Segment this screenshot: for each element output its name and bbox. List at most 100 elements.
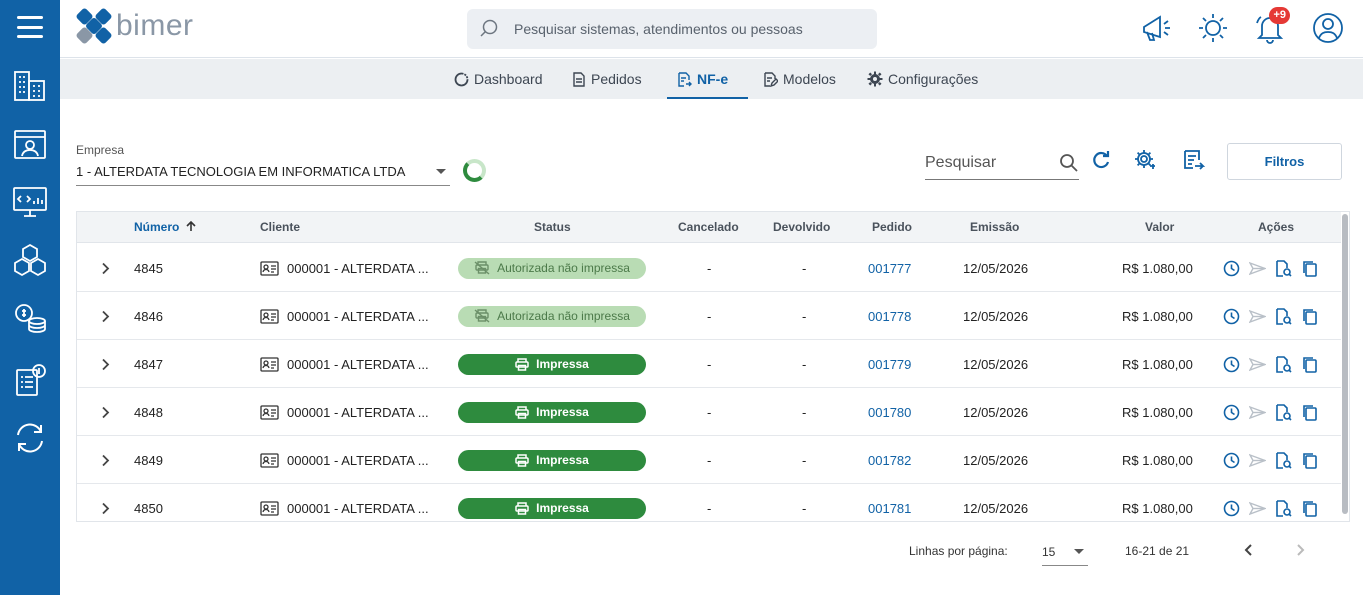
template-icon [764, 71, 778, 87]
expand-row-button[interactable] [101, 484, 110, 521]
tab-dashboard[interactable]: Dashboard [454, 59, 543, 99]
boxes-icon[interactable] [10, 240, 50, 280]
copy-icon[interactable] [1301, 404, 1318, 421]
cell-pedido-link[interactable]: 001777 [868, 244, 911, 292]
send-icon[interactable] [1249, 452, 1266, 469]
caret-down-icon [1074, 549, 1084, 554]
refresh-button[interactable] [1087, 146, 1115, 174]
monitor-code-icon[interactable] [10, 182, 50, 222]
next-page-button[interactable] [1290, 540, 1310, 560]
view-document-icon[interactable] [1275, 499, 1292, 517]
send-icon[interactable] [1249, 404, 1266, 421]
bimer-logo[interactable]: bimer [76, 8, 194, 44]
copy-icon[interactable] [1301, 308, 1318, 325]
table-row[interactable]: 4847 000001 - ALTERDATA ... Impressa - - 0017… [77, 340, 1341, 388]
view-document-icon[interactable] [1275, 307, 1292, 325]
cell-pedido-link[interactable]: 001778 [868, 292, 911, 340]
previous-page-button[interactable] [1239, 540, 1259, 560]
view-document-icon[interactable] [1275, 451, 1292, 469]
send-icon[interactable] [1249, 308, 1266, 325]
header-pedido[interactable]: Pedido [872, 212, 912, 243]
header-status[interactable]: Status [534, 212, 571, 243]
table-row[interactable]: 4846 000001 - ALTERDATA ... Autorizada não… [77, 292, 1341, 340]
header-cancelado[interactable]: Cancelado [678, 212, 739, 243]
table-search-input[interactable]: Pesquisar [925, 146, 1079, 180]
cell-cancelado: - [707, 500, 712, 516]
copy-icon[interactable] [1301, 356, 1318, 373]
tab-configuracoes[interactable]: Configurações [867, 59, 978, 99]
export-document-icon [1184, 150, 1206, 170]
view-document-icon[interactable] [1275, 355, 1292, 373]
table-row[interactable]: 4845 000001 - ALTERDATA ... Autorizada não… [77, 244, 1341, 292]
cell-pedido-link[interactable]: 001782 [868, 436, 911, 484]
bimer-logo-icon [76, 8, 112, 44]
tab-pedidos[interactable]: Pedidos [572, 59, 642, 99]
status-badge: Impressa [458, 449, 646, 471]
header-emissao[interactable]: Emissão [970, 212, 1019, 243]
expand-row-button[interactable] [101, 340, 110, 388]
buildings-icon[interactable] [10, 66, 50, 106]
history-clock-icon[interactable] [1223, 356, 1240, 373]
gear-settings-icon [1135, 150, 1155, 169]
table-row[interactable]: 4848 000001 - ALTERDATA ... Impressa - - 0017… [77, 388, 1341, 436]
filtros-button[interactable]: Filtros [1227, 143, 1342, 180]
table-row[interactable]: 4850 000001 - ALTERDATA ... Impressa - - 0017… [77, 484, 1341, 521]
send-icon[interactable] [1249, 260, 1266, 277]
column-settings-button[interactable] [1131, 146, 1159, 174]
header-devolvido[interactable]: Devolvido [773, 212, 830, 243]
tab-nfe[interactable]: NF-e [666, 59, 749, 99]
notification-badge: +9 [1269, 7, 1290, 24]
header-valor[interactable]: Valor [1145, 212, 1174, 243]
expand-row-button[interactable] [101, 292, 110, 340]
cell-pedido-link[interactable]: 001779 [868, 340, 911, 388]
history-clock-icon[interactable] [1223, 404, 1240, 421]
cell-pedido-link[interactable]: 001780 [868, 388, 911, 436]
cell-status: Impressa [458, 484, 646, 521]
copy-icon[interactable] [1301, 500, 1318, 517]
send-icon[interactable] [1249, 500, 1266, 517]
header-cliente[interactable]: Cliente [260, 212, 300, 243]
user-avatar-icon[interactable] [1308, 8, 1348, 48]
billing-icon[interactable] [10, 360, 50, 400]
expand-row-button[interactable] [101, 388, 110, 436]
tab-dashboard-label: Dashboard [474, 71, 543, 87]
cell-pedido-link[interactable]: 001781 [868, 484, 911, 521]
history-clock-icon[interactable] [1223, 260, 1240, 277]
empresa-value: 1 - ALTERDATA TECNOLOGIA EM INFORMATICA … [76, 164, 406, 179]
megaphone-icon[interactable] [1136, 8, 1176, 48]
export-button[interactable] [1180, 146, 1208, 174]
top-bar: bimer Pesquisar sistemas, atendimentos o… [60, 0, 1363, 58]
contact-card-icon[interactable] [10, 124, 50, 164]
view-document-icon[interactable] [1275, 259, 1292, 277]
expand-row-button[interactable] [101, 244, 110, 292]
table-row[interactable]: 4849 000001 - ALTERDATA ... Impressa - - 0017… [77, 436, 1341, 484]
history-clock-icon[interactable] [1223, 308, 1240, 325]
cell-cliente-text: 000001 - ALTERDATA ... [287, 356, 429, 372]
menu-icon[interactable] [17, 16, 43, 38]
history-clock-icon[interactable] [1223, 500, 1240, 517]
history-clock-icon[interactable] [1223, 452, 1240, 469]
copy-icon[interactable] [1301, 452, 1318, 469]
cell-valor: R$ 1.080,00 [1122, 500, 1193, 516]
view-document-icon[interactable] [1275, 403, 1292, 421]
table-scrollbar[interactable] [1342, 214, 1348, 514]
global-search[interactable]: Pesquisar sistemas, atendimentos ou pess… [467, 9, 877, 49]
tab-modelos[interactable]: Modelos [763, 59, 836, 99]
cell-emissao: 12/05/2026 [963, 452, 1029, 468]
copy-icon[interactable] [1301, 260, 1318, 277]
rows-per-page-select[interactable]: 15 [1042, 538, 1088, 566]
header-numero[interactable]: Número [134, 212, 197, 243]
notification-bell[interactable]: +9 [1250, 7, 1290, 48]
cell-numero: 4847 [134, 356, 163, 372]
header-acoes: Ações [1258, 220, 1295, 234]
empresa-select[interactable]: 1 - ALTERDATA TECNOLOGIA EM INFORMATICA … [76, 158, 450, 186]
sync-icon[interactable] [10, 418, 50, 458]
cell-cliente-text: 000001 - ALTERDATA ... [287, 260, 429, 276]
sun-icon[interactable] [1193, 8, 1233, 48]
expand-row-button[interactable] [101, 436, 110, 484]
status-badge: Impressa [458, 353, 646, 375]
send-icon[interactable] [1249, 356, 1266, 373]
coins-icon[interactable] [10, 298, 50, 338]
cell-cliente-text: 000001 - ALTERDATA ... [287, 308, 429, 324]
client-card-icon [260, 308, 279, 324]
